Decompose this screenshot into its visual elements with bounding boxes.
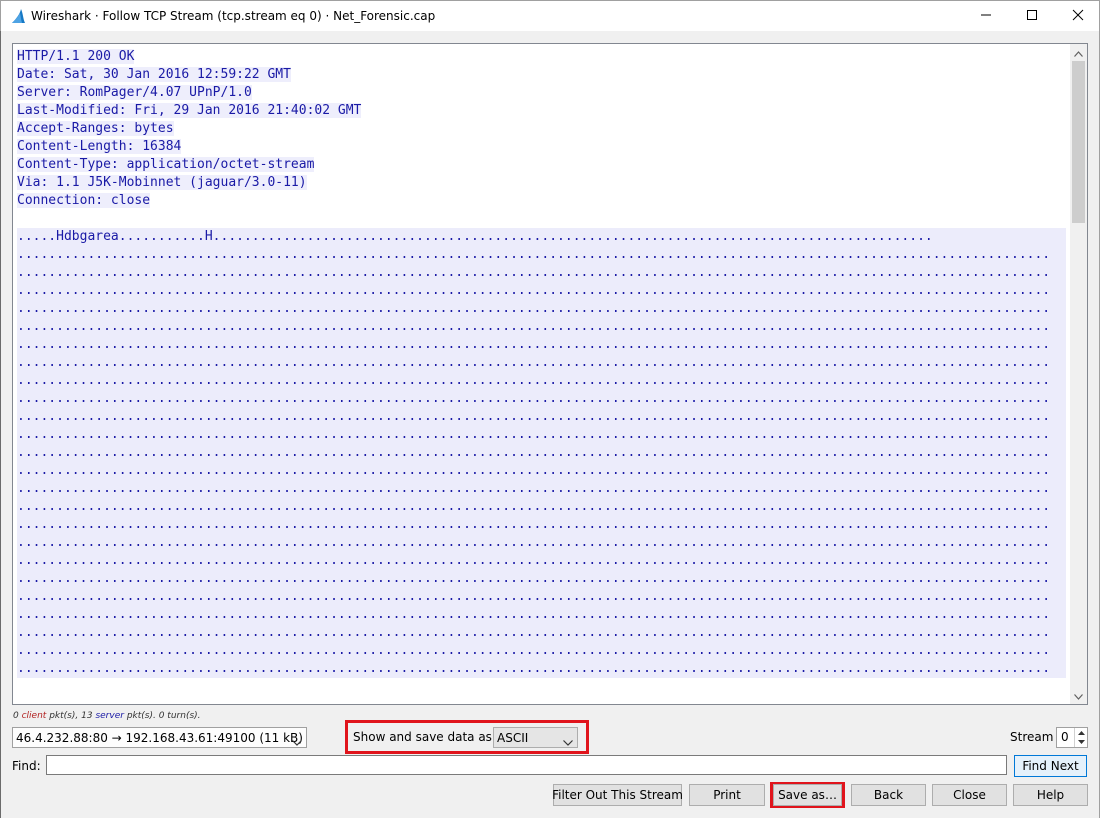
stream-data-line: ........................................… — [17, 354, 1066, 372]
find-input[interactable] — [46, 755, 1007, 775]
vertical-scrollbar[interactable] — [1070, 44, 1087, 704]
stream-data-line: ........................................… — [17, 336, 1066, 354]
print-button[interactable]: Print — [689, 784, 765, 806]
maximize-button[interactable] — [1009, 1, 1055, 32]
stream-data-line: ........................................… — [17, 408, 1066, 426]
close-icon — [1072, 9, 1084, 24]
stream-data-block: .....Hdbgarea...........H...............… — [17, 228, 1066, 678]
spin-up-button[interactable] — [1075, 728, 1087, 737]
scroll-up-button[interactable] — [1070, 44, 1087, 61]
stream-data-line: ........................................… — [17, 480, 1066, 498]
stream-data-line: ........................................… — [17, 264, 1066, 282]
stream-line: Date: Sat, 30 Jan 2016 12:59:22 GMT — [17, 67, 291, 82]
back-button[interactable]: Back — [851, 784, 926, 806]
stream-line: Last-Modified: Fri, 29 Jan 2016 21:40:02… — [17, 103, 362, 118]
data-format-value: ASCII — [497, 730, 529, 745]
stream-data-line: ........................................… — [17, 534, 1066, 552]
stream-data-line: ........................................… — [17, 498, 1066, 516]
conversation-value: 46.4.232.88:80 → 192.168.43.61:49100 (11… — [16, 730, 303, 745]
stream-data-line: ........................................… — [17, 660, 1066, 678]
stream-data-line: ........................................… — [17, 516, 1066, 534]
stream-line: Content-Length: 16384 — [17, 139, 182, 154]
stream-data-line: ........................................… — [17, 426, 1066, 444]
title-bar: Wireshark · Follow TCP Stream (tcp.strea… — [0, 0, 1100, 31]
stream-data-line: ........................................… — [17, 552, 1066, 570]
filter-out-stream-button[interactable]: Filter Out This Stream — [552, 784, 683, 806]
conversation-select[interactable]: 46.4.232.88:80 → 192.168.43.61:49100 (11… — [12, 727, 307, 748]
stream-data-line: ........................................… — [17, 570, 1066, 588]
wireshark-fin-icon — [10, 8, 26, 24]
stream-data-line: ........................................… — [17, 390, 1066, 408]
maximize-icon — [1026, 9, 1038, 24]
stream-data-line: ........................................… — [17, 300, 1066, 318]
spin-buttons — [1074, 728, 1087, 747]
minimize-button[interactable] — [963, 1, 1009, 32]
stream-line: Content-Type: application/octet-stream — [17, 157, 315, 172]
help-button[interactable]: Help — [1013, 784, 1088, 806]
stream-data-line: ........................................… — [17, 588, 1066, 606]
stream-status-text: 0 client pkt(s), 13 server pkt(s). 0 tur… — [13, 711, 201, 721]
stream-text-area[interactable]: HTTP/1.1 200 OK Date: Sat, 30 Jan 2016 1… — [12, 43, 1088, 705]
save-as-button[interactable]: Save as… — [773, 784, 842, 806]
stream-data-line: .....Hdbgarea...........H...............… — [17, 228, 1066, 246]
stream-number-value: 0 — [1061, 730, 1069, 744]
close-button[interactable]: Close — [932, 784, 1007, 806]
scroll-thumb[interactable] — [1072, 61, 1085, 223]
server-label: server — [95, 711, 124, 721]
stream-line: HTTP/1.1 200 OK — [17, 49, 135, 64]
chevron-down-icon — [563, 735, 573, 746]
window-title: Wireshark · Follow TCP Stream (tcp.strea… — [31, 9, 436, 23]
show-save-label: Show and save data as — [353, 730, 492, 744]
find-label: Find: — [12, 759, 41, 773]
stream-content: HTTP/1.1 200 OK Date: Sat, 30 Jan 2016 1… — [17, 48, 1066, 678]
stream-line: Connection: close — [17, 193, 151, 208]
stream-data-line: ........................................… — [17, 642, 1066, 660]
stream-number-label: Stream — [1010, 730, 1054, 744]
find-next-button[interactable]: Find Next — [1014, 755, 1087, 777]
stream-data-line: ........................................… — [17, 246, 1066, 264]
stream-line: Server: RomPager/4.07 UPnP/1.0 — [17, 85, 252, 100]
chevron-down-icon — [292, 735, 302, 746]
close-window-button[interactable] — [1055, 1, 1100, 32]
stream-data-line: ........................................… — [17, 444, 1066, 462]
stream-data-line: ........................................… — [17, 282, 1066, 300]
chevron-up-icon — [1074, 46, 1083, 60]
stream-line: Via: 1.1 J5K-Mobinnet (jaguar/3.0-11) — [17, 175, 307, 190]
stream-data-line: ........................................… — [17, 372, 1066, 390]
stream-blank-line — [17, 210, 1066, 228]
stream-data-line: ........................................… — [17, 606, 1066, 624]
stream-data-line: ........................................… — [17, 462, 1066, 480]
scroll-down-button[interactable] — [1070, 687, 1087, 704]
stream-data-line: ........................................… — [17, 624, 1066, 642]
client-label: client — [21, 711, 47, 721]
spin-down-button[interactable] — [1075, 737, 1087, 746]
stream-number-spinbox[interactable]: 0 — [1056, 727, 1088, 748]
minimize-icon — [980, 9, 992, 24]
stream-line: Accept-Ranges: bytes — [17, 121, 174, 136]
data-format-select[interactable]: ASCII — [493, 727, 578, 748]
stream-data-line: ........................................… — [17, 318, 1066, 336]
chevron-down-icon — [1074, 689, 1083, 703]
window-left-edge — [0, 31, 1, 818]
